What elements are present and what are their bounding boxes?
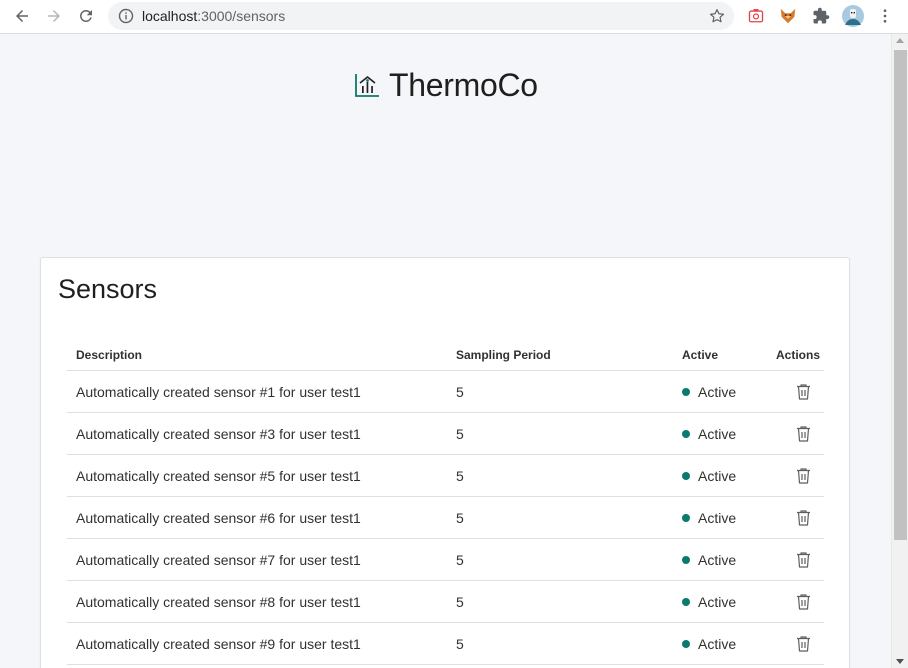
status-dot [682, 640, 690, 648]
browser-menu-button[interactable] [874, 5, 896, 27]
url-path: :3000/sensors [197, 8, 286, 24]
scroll-up-arrow-icon[interactable] [896, 38, 904, 43]
status-dot [682, 598, 690, 606]
delete-icon[interactable] [795, 551, 812, 569]
sensors-table: Description Sampling Period Active Actio… [67, 338, 824, 665]
sensor-description: Automatically created sensor #5 for user… [76, 468, 361, 484]
table-row[interactable]: Automatically created sensor #1 for user… [67, 371, 824, 413]
back-button[interactable] [10, 4, 34, 28]
table-row[interactable]: Automatically created sensor #3 for user… [67, 413, 824, 455]
delete-icon[interactable] [795, 425, 812, 443]
status-dot [682, 430, 690, 438]
status-dot [682, 472, 690, 480]
page-content: ThermoCo Sensors Description Sampling Pe… [0, 35, 891, 668]
column-header-active[interactable]: Active [682, 348, 718, 362]
extensions-button[interactable] [810, 5, 832, 27]
forward-button[interactable] [42, 4, 66, 28]
sensor-sampling-period: 5 [456, 636, 464, 652]
table-row[interactable]: Automatically created sensor #8 for user… [67, 581, 824, 623]
column-header-sampling-period[interactable]: Sampling Period [456, 348, 551, 362]
delete-icon[interactable] [795, 593, 812, 611]
status-label: Active [698, 594, 737, 610]
sensor-description: Automatically created sensor #8 for user… [76, 594, 361, 610]
table-row[interactable]: Automatically created sensor #9 for user… [67, 623, 824, 665]
sensor-description: Automatically created sensor #7 for user… [76, 552, 361, 568]
table-row[interactable]: Automatically created sensor #5 for user… [67, 455, 824, 497]
column-header-description[interactable]: Description [76, 348, 142, 362]
column-header-actions: Actions [776, 348, 821, 362]
url-host: localhost [142, 8, 198, 24]
reload-button[interactable] [74, 4, 98, 28]
page-title: Sensors [58, 274, 158, 304]
brand-header: ThermoCo [354, 65, 538, 105]
extension-fox-button[interactable] [777, 5, 799, 27]
delete-icon[interactable] [795, 383, 812, 401]
profile-avatar-icon [842, 5, 864, 27]
reload-icon [79, 9, 92, 22]
status-label: Active [698, 636, 737, 652]
sensor-status: Active [682, 510, 736, 526]
status-dot [682, 556, 690, 564]
sensor-description: Automatically created sensor #1 for user… [76, 384, 361, 400]
sensor-status: Active [682, 594, 736, 610]
sensor-status: Active [682, 384, 736, 400]
sensors-card: Sensors Description Sampling Period Acti… [40, 257, 850, 668]
star-icon[interactable] [708, 7, 726, 25]
delete-icon[interactable] [795, 635, 812, 653]
status-label: Active [698, 384, 737, 400]
sensor-sampling-period: 5 [456, 468, 464, 484]
sensor-status: Active [682, 426, 736, 442]
delete-icon[interactable] [795, 467, 812, 485]
sensor-status: Active [682, 552, 736, 568]
back-arrow-icon [16, 10, 28, 22]
browser-toolbar: localhost:3000/sensors [0, 0, 908, 34]
sensor-sampling-period: 5 [456, 384, 464, 400]
sensor-sampling-period: 5 [456, 552, 464, 568]
sensor-status: Active [682, 468, 736, 484]
profile-avatar[interactable] [842, 5, 864, 27]
sensor-sampling-period: 5 [456, 510, 464, 526]
page-scrollbar[interactable] [891, 34, 908, 668]
forward-arrow-icon [48, 10, 60, 22]
sensor-sampling-period: 5 [456, 426, 464, 442]
kebab-menu-icon [883, 9, 887, 23]
sensor-description: Automatically created sensor #9 for user… [76, 636, 361, 652]
extension-camera-icon [748, 9, 764, 23]
address-bar[interactable]: localhost:3000/sensors [108, 2, 734, 30]
status-label: Active [698, 510, 737, 526]
status-dot [682, 514, 690, 522]
info-icon[interactable] [118, 8, 134, 24]
sensor-description: Automatically created sensor #6 for user… [76, 510, 361, 526]
status-label: Active [698, 468, 737, 484]
sensor-description: Automatically created sensor #3 for user… [76, 426, 361, 442]
status-label: Active [698, 426, 737, 442]
chart-home-icon [355, 74, 379, 97]
status-label: Active [698, 552, 737, 568]
scrollbar-thumb[interactable] [894, 50, 907, 540]
sensor-status: Active [682, 636, 736, 652]
puzzle-icon [813, 7, 830, 24]
brand-name: ThermoCo [389, 66, 538, 103]
sensor-sampling-period: 5 [456, 594, 464, 610]
table-body: Automatically created sensor #1 for user… [67, 371, 824, 665]
status-dot [682, 388, 690, 396]
table-row[interactable]: Automatically created sensor #6 for user… [67, 497, 824, 539]
table-header: Description Sampling Period Active Actio… [67, 338, 824, 371]
extension-camera-button[interactable] [745, 5, 767, 27]
url-text: localhost:3000/sensors [142, 8, 285, 24]
extension-fox-icon [780, 8, 796, 24]
delete-icon[interactable] [795, 509, 812, 527]
scroll-down-arrow-icon[interactable] [896, 659, 904, 664]
table-row[interactable]: Automatically created sensor #7 for user… [67, 539, 824, 581]
